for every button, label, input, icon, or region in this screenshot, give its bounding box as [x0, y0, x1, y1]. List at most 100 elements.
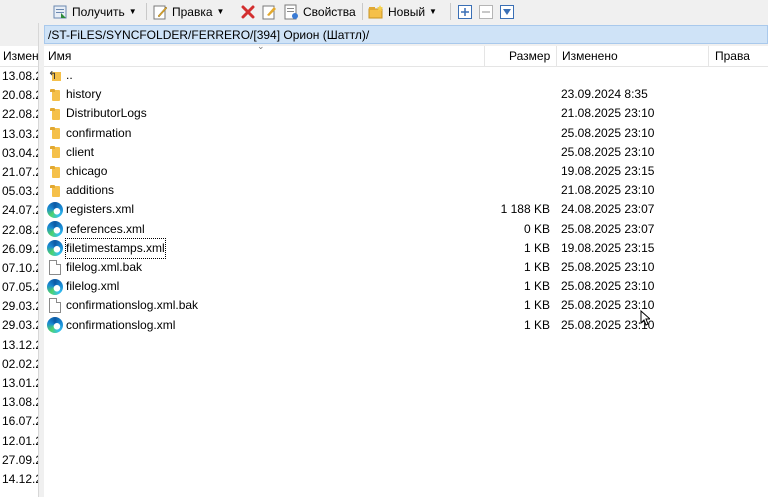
- file-name-cell[interactable]: references.xml: [47, 220, 145, 239]
- file-list[interactable]: ⌄ Имя Размер Изменено Права .. history 23.…: [44, 46, 768, 497]
- left-row-date[interactable]: 22.08.2: [0, 221, 38, 240]
- file-modified: 19.08.2025 23:15: [561, 164, 655, 178]
- expand-button[interactable]: [457, 2, 473, 21]
- file-row[interactable]: DistributorLogs 21.08.2025 23:10: [44, 104, 768, 123]
- file-name-cell[interactable]: client: [47, 143, 94, 162]
- left-row-date[interactable]: 26.09.2: [0, 240, 38, 259]
- toolbar-divider: [146, 3, 147, 20]
- left-row-date[interactable]: 13.01.2: [0, 374, 38, 393]
- left-row-date[interactable]: 03.04.2: [0, 144, 38, 163]
- file-name-cell[interactable]: filetimestamps.xml: [47, 237, 166, 259]
- file-name-cell[interactable]: ..: [47, 66, 73, 86]
- left-row-date[interactable]: 21.07.2: [0, 163, 38, 182]
- left-row-date[interactable]: 12.01.2: [0, 432, 38, 451]
- path-bar[interactable]: /ST-FiLES/SYNCFOLDER/FERRERO/[394] Орион…: [44, 25, 768, 44]
- edit-button[interactable]: Правка ▼: [152, 2, 224, 21]
- left-row-date[interactable]: 07.05.2: [0, 278, 38, 297]
- column-header-rights[interactable]: Права: [715, 46, 750, 66]
- file-row[interactable]: filelog.xml.bak 1 KB 25.08.2025 23:10: [44, 258, 768, 277]
- file-row[interactable]: confirmationslog.xml 1 KB 25.08.2025 23:10: [44, 316, 768, 335]
- left-row-date[interactable]: 22.08.2: [0, 105, 38, 124]
- delete-icon: [240, 4, 256, 20]
- plus-icon: [457, 4, 473, 20]
- file-name-cell[interactable]: additions: [47, 181, 114, 200]
- download-icon: [52, 4, 68, 20]
- left-row-date[interactable]: 29.03.2: [0, 316, 38, 335]
- file-row[interactable]: registers.xml 1 188 KB 24.08.2025 23:07: [44, 200, 768, 219]
- file-name-cell[interactable]: filelog.xml.bak: [47, 258, 142, 277]
- new-button-label: Новый: [388, 4, 426, 19]
- left-row-date[interactable]: 27.09.2: [0, 451, 38, 470]
- left-row-date[interactable]: 24.07.2: [0, 201, 38, 220]
- file-modified: 25.08.2025 23:07: [561, 221, 655, 236]
- left-row-date[interactable]: 29.03.2: [0, 297, 38, 316]
- file-name-cell[interactable]: confirmation: [47, 124, 131, 143]
- column-divider[interactable]: [484, 46, 485, 66]
- chevron-down-icon[interactable]: ▼: [429, 7, 437, 16]
- left-column-header-modified[interactable]: Изменен: [0, 46, 38, 67]
- file-modified: 25.08.2025 23:10: [561, 144, 655, 159]
- left-row-date[interactable]: 05.03.2: [0, 182, 38, 201]
- file-row[interactable]: client 25.08.2025 23:10: [44, 143, 768, 162]
- file-name-cell[interactable]: confirmationslog.xml: [47, 316, 175, 335]
- file-row[interactable]: additions 21.08.2025 23:10: [44, 181, 768, 200]
- file-name: client: [66, 144, 95, 159]
- collapse-button[interactable]: [478, 2, 494, 21]
- file-row[interactable]: chicago 19.08.2025 23:15: [44, 162, 768, 181]
- file-name-cell[interactable]: history: [47, 85, 101, 104]
- file-row[interactable]: confirmation 25.08.2025 23:10: [44, 124, 768, 143]
- file-row[interactable]: filelog.xml 1 KB 25.08.2025 23:10: [44, 277, 768, 296]
- left-row-date[interactable]: 16.07.2: [0, 412, 38, 431]
- file-modified: 25.08.2025 23:10: [561, 125, 655, 140]
- file-row[interactable]: references.xml 0 KB 25.08.2025 23:07: [44, 220, 768, 239]
- filter-button[interactable]: [499, 2, 515, 21]
- file-name-cell[interactable]: chicago: [47, 162, 107, 181]
- column-header-row: ⌄ Имя Размер Изменено Права: [44, 46, 768, 67]
- folder-icon: [47, 184, 63, 198]
- new-folder-icon: [368, 4, 384, 20]
- get-button[interactable]: Получить ▼: [52, 2, 137, 21]
- file-row[interactable]: confirmationslog.xml.bak 1 KB 25.08.2025 2…: [44, 296, 768, 315]
- file-name-cell[interactable]: registers.xml: [47, 200, 134, 219]
- file-name: chicago: [66, 164, 108, 178]
- file-modified: 24.08.2025 23:07: [561, 202, 655, 217]
- file-size: 1 KB: [523, 240, 550, 255]
- left-row-date[interactable]: 13.08.2: [0, 393, 38, 412]
- left-row-date[interactable]: 13.12.2: [0, 336, 38, 355]
- file-row[interactable]: filetimestamps.xml 1 KB 19.08.2025 23:15: [44, 237, 768, 259]
- column-header-name[interactable]: Имя: [48, 46, 71, 66]
- left-row-date[interactable]: 13.03.2: [0, 125, 38, 144]
- chevron-down-icon[interactable]: ▼: [217, 7, 225, 16]
- properties-icon: [283, 4, 299, 20]
- file-modified: 23.09.2024 8:35: [561, 87, 648, 102]
- file-row[interactable]: history 23.09.2024 8:35: [44, 85, 768, 104]
- left-row-date[interactable]: 02.02.2: [0, 355, 38, 374]
- toolbar-divider: [362, 3, 363, 20]
- left-row-date[interactable]: 14.12.2: [0, 470, 38, 489]
- left-row-date[interactable]: 07.10.2: [0, 259, 38, 278]
- sort-indicator-icon: ⌄: [257, 46, 265, 51]
- properties-button[interactable]: Свойства: [283, 2, 356, 21]
- delete-button[interactable]: [240, 2, 256, 21]
- new-button[interactable]: Новый ▼: [368, 2, 437, 21]
- document-icon: [49, 298, 61, 314]
- get-button-label: Получить: [72, 4, 125, 19]
- file-row[interactable]: ..: [44, 66, 768, 86]
- edge-icon: [47, 278, 63, 295]
- file-name-cell[interactable]: filelog.xml: [47, 277, 119, 296]
- left-row-date[interactable]: 20.08.2: [0, 86, 38, 105]
- file-size: 1 KB: [523, 260, 550, 274]
- file-modified: 21.08.2025 23:10: [561, 183, 655, 198]
- current-path: /ST-FiLES/SYNCFOLDER/FERRERO/[394] Орион…: [48, 28, 370, 42]
- chevron-down-icon[interactable]: ▼: [129, 7, 137, 16]
- column-header-modified[interactable]: Изменено: [562, 46, 618, 66]
- column-divider[interactable]: [556, 46, 557, 66]
- left-rows: 13.08.220.08.222.08.213.03.203.04.221.07…: [0, 67, 38, 489]
- file-name-cell[interactable]: DistributorLogs: [47, 104, 147, 123]
- column-divider[interactable]: [708, 46, 709, 66]
- rename-button[interactable]: [261, 2, 277, 21]
- left-row-date[interactable]: 13.08.2: [0, 67, 38, 86]
- file-name-cell[interactable]: confirmationslog.xml.bak: [47, 296, 198, 315]
- column-header-size[interactable]: Размер: [509, 46, 550, 66]
- left-file-panel[interactable]: Изменен 13.08.220.08.222.08.213.03.203.0…: [0, 46, 38, 497]
